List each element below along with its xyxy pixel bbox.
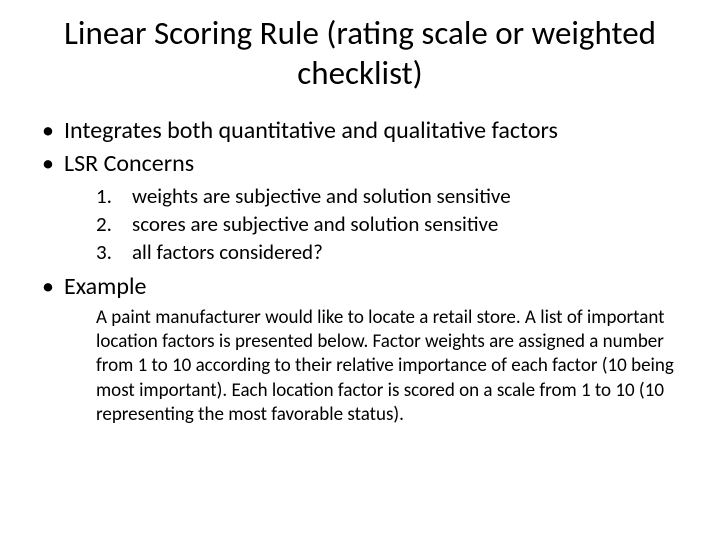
list-item-label: Example	[64, 272, 146, 301]
list-item: scores are subjective and solution sensi…	[96, 210, 682, 238]
list-item: Example A paint manufacturer would like …	[38, 271, 682, 428]
list-item: Integrates both quantitative and qualita…	[38, 115, 682, 146]
bullet-list: Integrates both quantitative and qualita…	[38, 115, 682, 427]
list-item: all factors considered?	[96, 238, 682, 266]
numbered-sublist: weights are subjective and solution sens…	[64, 182, 682, 267]
list-item: LSR Concerns weights are subjective and …	[38, 148, 682, 266]
list-item-label: LSR Concerns	[64, 149, 194, 178]
slide-title: Linear Scoring Rule (rating scale or wei…	[38, 14, 682, 93]
list-item: weights are subjective and solution sens…	[96, 182, 682, 210]
example-paragraph: A paint manufacturer would like to locat…	[64, 306, 682, 428]
